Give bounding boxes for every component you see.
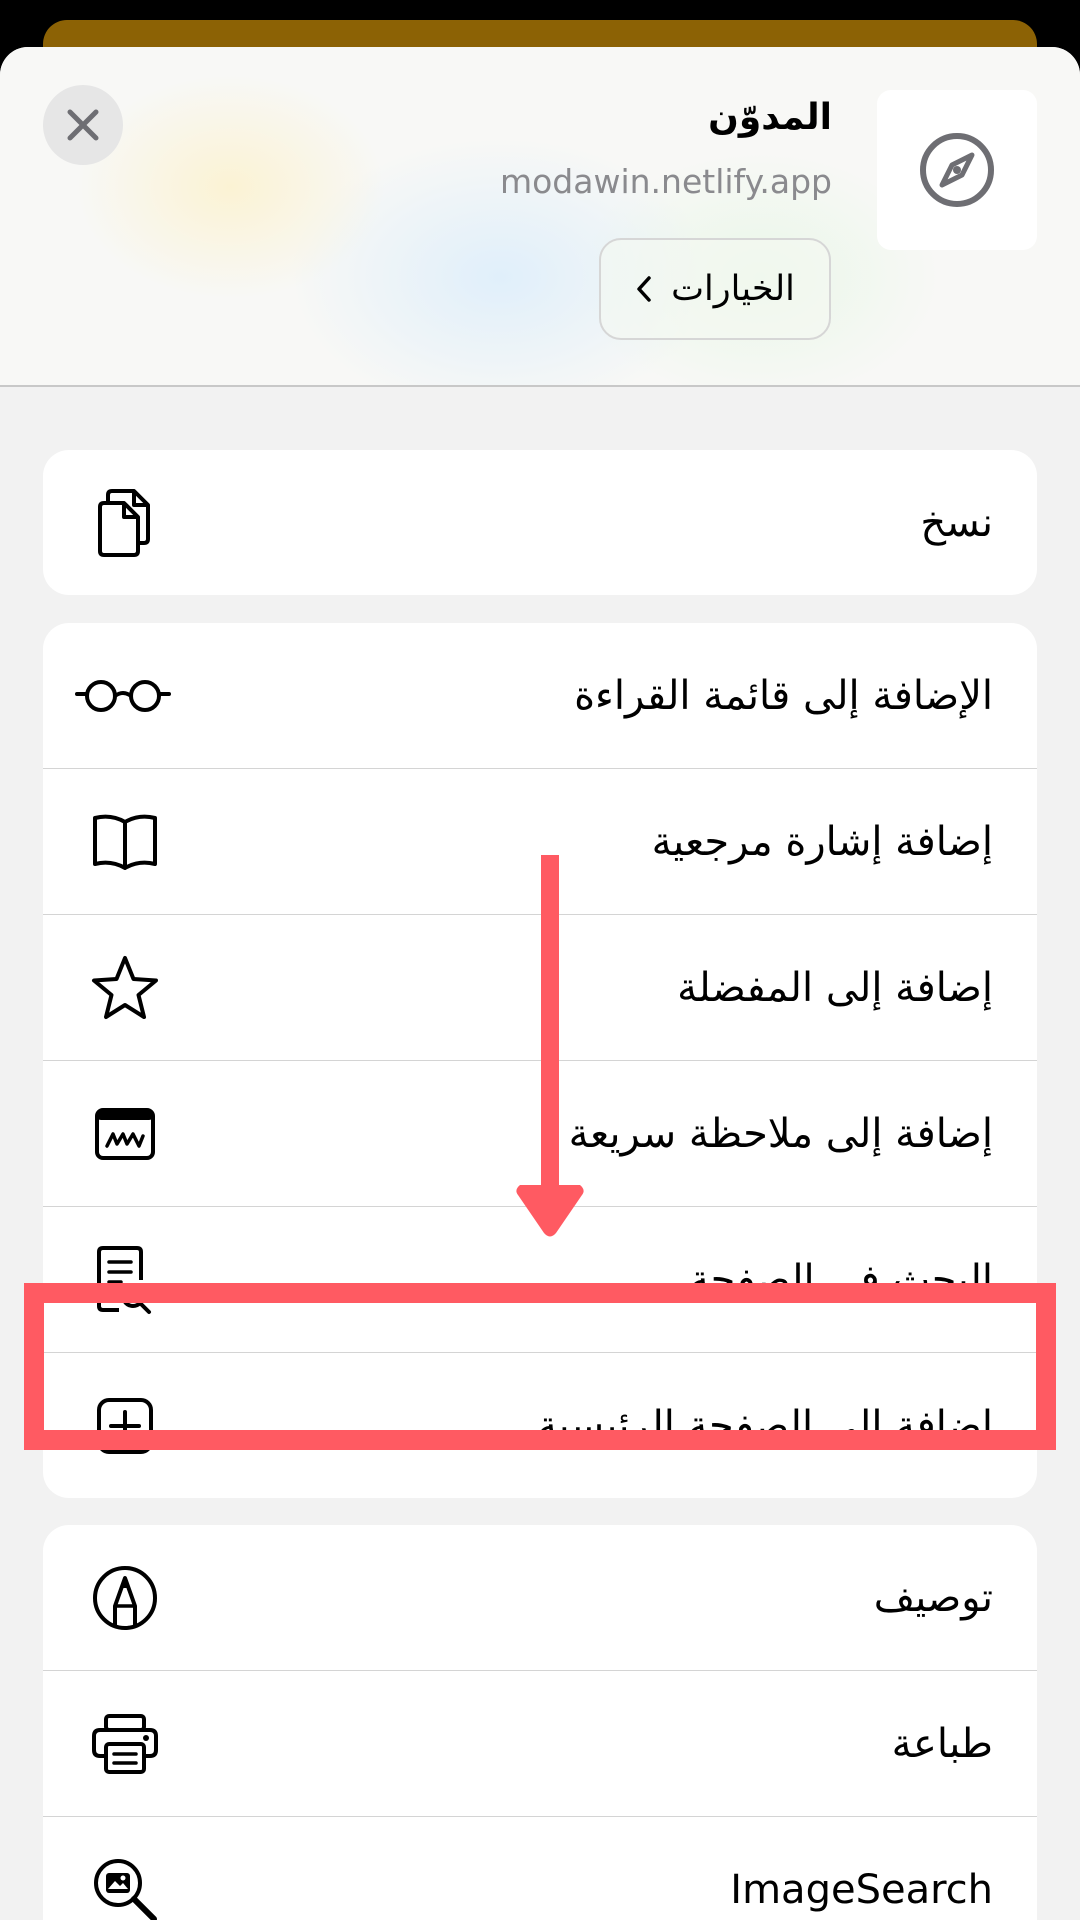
options-button[interactable]: الخيارات xyxy=(599,238,831,340)
action-label: إضافة إلى ملاحظة سريعة xyxy=(568,1110,993,1157)
action-label: الإضافة إلى قائمة القراءة xyxy=(574,672,993,719)
action-label: توصيف xyxy=(873,1574,993,1621)
options-label: الخيارات xyxy=(671,269,795,309)
markup-pen-icon xyxy=(93,1565,157,1630)
book-icon xyxy=(93,814,157,870)
printer-icon xyxy=(92,1713,158,1774)
action-print[interactable]: طباعة xyxy=(43,1671,1037,1817)
action-label: البحث في الصفحة xyxy=(689,1256,993,1303)
action-label: نسخ xyxy=(920,499,993,546)
action-add-to-home-screen[interactable]: إضافة إلى الصفحة الرئيسية xyxy=(43,1353,1037,1498)
star-icon xyxy=(92,955,158,1019)
action-label: إضافة إلى المفضلة xyxy=(677,964,993,1011)
share-sheet-header: المدوّن modawin.netlify.app الخيارات xyxy=(0,47,1080,387)
find-in-page-icon xyxy=(97,1245,151,1314)
action-label: إضافة إشارة مرجعية xyxy=(651,818,993,865)
site-icon xyxy=(877,90,1037,250)
action-label: طباعة xyxy=(891,1720,993,1767)
image-search-icon xyxy=(94,1858,157,1920)
quick-note-icon xyxy=(95,1107,155,1160)
copy-icon xyxy=(98,488,150,557)
action-group-copy: نسخ xyxy=(43,450,1037,595)
annotation-arrow xyxy=(516,855,584,1237)
add-square-icon xyxy=(97,1397,153,1454)
action-image-search[interactable]: ImageSearch xyxy=(43,1817,1037,1920)
action-markup[interactable]: توصيف xyxy=(43,1525,1037,1671)
site-title: المدوّن xyxy=(708,97,832,138)
close-icon xyxy=(67,109,99,141)
action-label: ImageSearch xyxy=(730,1866,993,1913)
glasses-icon xyxy=(75,679,171,712)
action-group-more: توصيف طباعة ImageSearch xyxy=(43,1525,1037,1920)
chevron-left-icon xyxy=(637,276,651,302)
action-label: إضافة إلى الصفحة الرئيسية xyxy=(537,1402,993,1449)
action-add-reading-list[interactable]: الإضافة إلى قائمة القراءة xyxy=(43,623,1037,769)
compass-icon xyxy=(920,133,994,207)
close-button[interactable] xyxy=(43,85,123,165)
site-url: modawin.netlify.app xyxy=(499,162,832,201)
action-copy[interactable]: نسخ xyxy=(43,450,1037,595)
